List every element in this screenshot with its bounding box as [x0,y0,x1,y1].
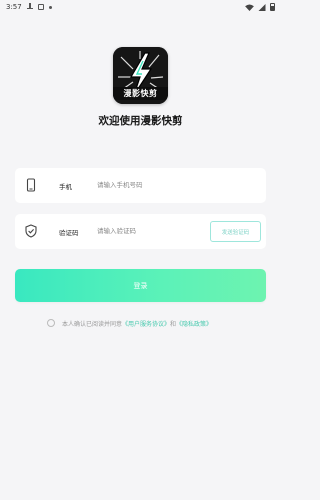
dot-icon [48,5,52,9]
status-time: 3:57 [6,3,22,11]
privacy-policy-link[interactable]: 《隐私政策》 [176,319,212,328]
status-bar: 3:57 [0,0,281,14]
agree-checkbox[interactable] [47,319,55,327]
logo-text: 漫影快剪 [113,87,168,100]
notification-icon [37,4,44,10]
app-logo: 漫影快剪 [113,47,168,104]
welcome-title: 欢迎使用漫影快剪 [98,115,183,127]
code-field-card[interactable]: 验证码 发送验证码 [15,214,266,249]
agreement-prefix: 本人确认已阅读并同意 [62,320,123,328]
code-label: 验证码 [59,228,79,237]
download-icon [26,3,33,11]
shield-check-icon [25,224,37,238]
user-agreement-link[interactable]: 《用户服务协议》 [122,319,170,328]
phone-icon [26,178,36,192]
code-input[interactable] [97,224,217,238]
send-code-button[interactable]: 发送验证码 [210,221,261,242]
phone-input[interactable] [97,178,217,192]
agreement-row: 本人确认已阅读并同意 《用户服务协议》 和 《隐私政策》 [47,318,212,328]
wifi-icon [245,3,254,11]
login-button[interactable]: 登录 [15,269,266,302]
status-left: 3:57 [6,3,52,11]
status-right [245,3,275,11]
signal-icon [258,3,266,11]
phone-field-card[interactable]: 手机 [15,168,266,203]
battery-icon [270,3,275,11]
phone-label: 手机 [59,182,72,191]
